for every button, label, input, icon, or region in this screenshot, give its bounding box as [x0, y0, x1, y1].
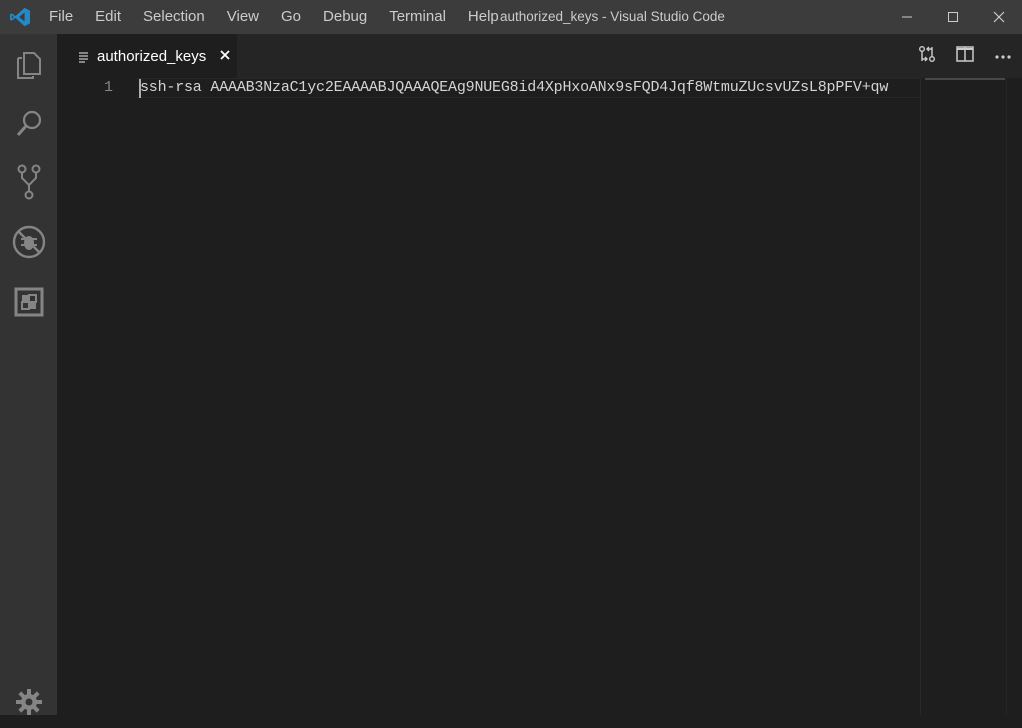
close-icon [993, 11, 1005, 23]
vscode-logo-icon [9, 7, 31, 27]
files-icon [15, 49, 43, 84]
window-controls [884, 0, 1022, 34]
manage-button[interactable] [0, 680, 57, 728]
maximize-icon [947, 11, 959, 23]
minimize-icon [901, 11, 913, 23]
search-view-button[interactable] [0, 101, 57, 149]
split-editor-button[interactable] [946, 34, 984, 78]
extensions-icon [14, 287, 44, 322]
close-window-button[interactable] [976, 0, 1022, 34]
search-icon [14, 108, 44, 143]
menu-go[interactable]: Go [270, 0, 312, 34]
source-control-icon [16, 164, 42, 205]
menu-view[interactable]: View [216, 0, 270, 34]
vertical-scrollbar[interactable] [1006, 78, 1022, 715]
menu-file[interactable]: File [38, 0, 84, 34]
menu-edit[interactable]: Edit [84, 0, 132, 34]
open-changes-icon [918, 45, 936, 68]
tab-authorized-keys[interactable]: authorized_keys [57, 34, 237, 78]
code-editor[interactable]: 1 ssh-rsa AAAAB3NzaC1yc2EAAAABJQAAAQEAg9… [57, 78, 1022, 715]
line-number: 1 [103, 79, 113, 96]
more-actions-icon [994, 47, 1012, 65]
editor-tabs-bar: authorized_keys [57, 34, 1022, 78]
menu-debug[interactable]: Debug [312, 0, 378, 34]
close-icon [220, 47, 230, 65]
text-cursor [139, 79, 141, 98]
minimap-line [925, 78, 1005, 80]
editor-actions [908, 34, 1022, 78]
menu-selection[interactable]: Selection [132, 0, 216, 34]
split-editor-icon [956, 45, 974, 67]
tab-label: authorized_keys [97, 47, 207, 65]
code-line[interactable]: ssh-rsa AAAAB3NzaC1yc2EAAAABJQAAAQEAg9NU… [140, 78, 920, 98]
open-changes-button[interactable] [908, 34, 946, 78]
source-control-button[interactable] [0, 160, 57, 208]
title-bar: File Edit Selection View Go Debug Termin… [0, 0, 1022, 34]
file-lines-icon [78, 50, 90, 63]
debug-icon [12, 225, 46, 264]
tab-close-button[interactable] [218, 49, 232, 63]
activity-bar [0, 34, 57, 715]
debug-view-button[interactable] [0, 220, 57, 268]
menu-terminal[interactable]: Terminal [378, 0, 457, 34]
explorer-button[interactable] [0, 42, 57, 90]
gear-icon [15, 688, 43, 721]
maximize-button[interactable] [930, 0, 976, 34]
extensions-button[interactable] [0, 280, 57, 328]
more-actions-button[interactable] [984, 34, 1022, 78]
menu-bar: File Edit Selection View Go Debug Termin… [38, 0, 510, 34]
window-title: authorized_keys - Visual Studio Code [500, 9, 725, 24]
minimize-button[interactable] [884, 0, 930, 34]
